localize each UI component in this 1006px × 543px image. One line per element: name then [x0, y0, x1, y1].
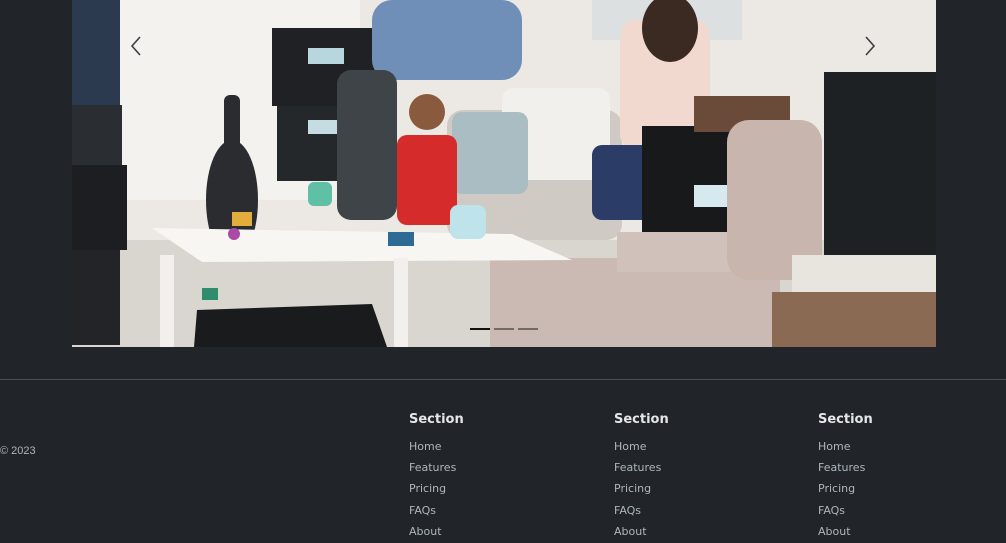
carousel-next-button[interactable]	[850, 28, 890, 64]
footer-link-about[interactable]: About	[818, 521, 873, 542]
footer-link-home[interactable]: Home	[409, 436, 464, 457]
footer-link-faqs[interactable]: FAQs	[409, 500, 464, 521]
footer-column: Section Home Features Pricing FAQs About	[409, 411, 464, 542]
chevron-right-icon	[865, 36, 876, 56]
footer-link-faqs[interactable]: FAQs	[614, 500, 669, 521]
page: © 2023 Section Home Features Pricing FAQ…	[0, 0, 1006, 543]
footer-divider	[0, 379, 1006, 380]
footer-link-pricing[interactable]: Pricing	[614, 478, 669, 499]
carousel-prev-button[interactable]	[116, 28, 156, 64]
footer-links: Home Features Pricing FAQs About	[409, 436, 464, 542]
footer-column: Section Home Features Pricing FAQs About	[614, 411, 669, 542]
footer-link-pricing[interactable]: Pricing	[818, 478, 873, 499]
footer-link-home[interactable]: Home	[614, 436, 669, 457]
footer-link-features[interactable]: Features	[409, 457, 464, 478]
carousel-indicator[interactable]	[470, 328, 490, 330]
footer-column: Section Home Features Pricing FAQs About	[818, 411, 873, 542]
footer-link-home[interactable]: Home	[818, 436, 873, 457]
footer-link-features[interactable]: Features	[818, 457, 873, 478]
copyright-text: © 2023	[0, 445, 36, 457]
carousel-indicator[interactable]	[518, 328, 538, 330]
footer-section-heading: Section	[818, 412, 873, 427]
footer-links: Home Features Pricing FAQs About	[818, 436, 873, 542]
footer-link-faqs[interactable]: FAQs	[818, 500, 873, 521]
carousel-indicators	[470, 328, 538, 330]
footer-section-heading: Section	[614, 412, 669, 427]
carousel-indicator[interactable]	[494, 328, 514, 330]
footer-section-heading: Section	[409, 412, 464, 427]
footer-links: Home Features Pricing FAQs About	[614, 436, 669, 542]
hero-carousel	[72, 0, 936, 347]
footer-link-pricing[interactable]: Pricing	[409, 478, 464, 499]
carousel-slide-image	[72, 0, 936, 347]
footer-link-about[interactable]: About	[409, 521, 464, 542]
chevron-left-icon	[130, 36, 141, 56]
footer-link-features[interactable]: Features	[614, 457, 669, 478]
footer-link-about[interactable]: About	[614, 521, 669, 542]
